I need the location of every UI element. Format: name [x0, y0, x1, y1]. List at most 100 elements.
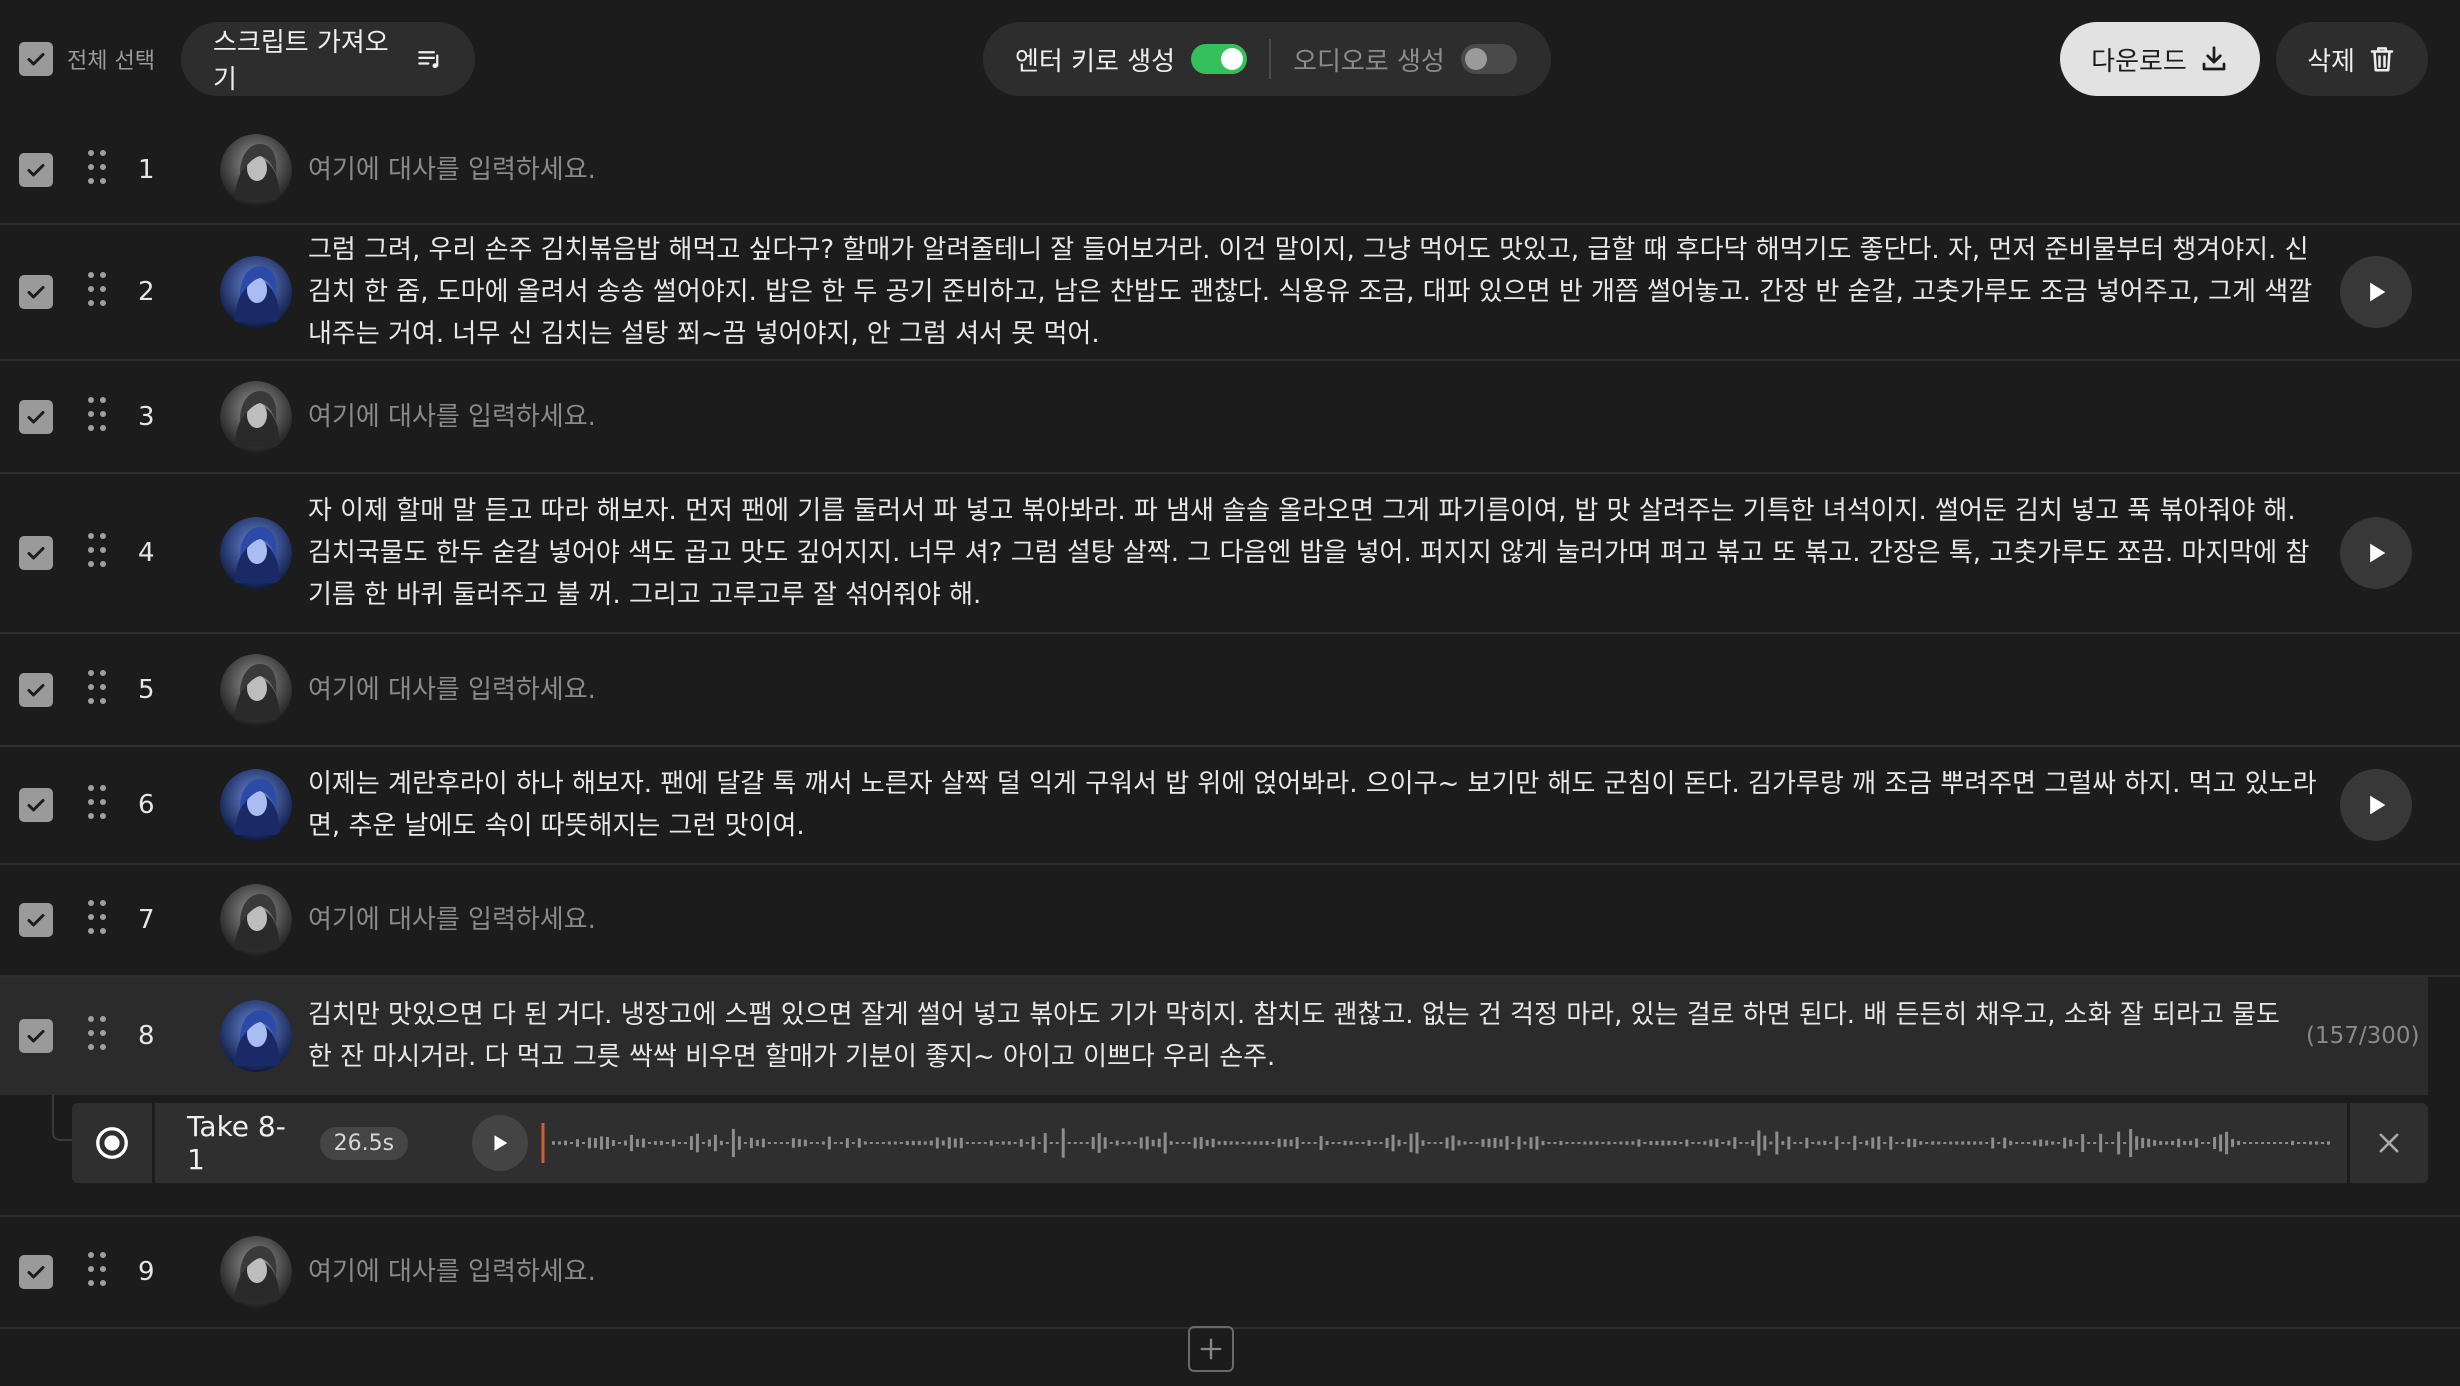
waveform-bar	[593, 1138, 597, 1148]
waveform-bar	[1799, 1142, 1803, 1144]
waveform-bar	[1925, 1142, 1929, 1144]
select-all-checkbox[interactable]	[19, 42, 53, 76]
waveform-bar	[659, 1140, 663, 1146]
script-row[interactable]: 5 여기에 대사를 입력하세요.	[0, 634, 2460, 747]
waveform-bar	[2123, 1142, 2127, 1144]
script-row[interactable]: 2 그럼 그려, 우리 손주 김치볶음밥 해먹고 싶다구? 할매가 알려줄테니 …	[0, 225, 2460, 361]
audio-generate-toggle[interactable]	[1460, 44, 1517, 74]
enter-generate-toggle[interactable]	[1191, 44, 1248, 74]
row-checkbox[interactable]	[19, 1255, 53, 1289]
waveform-bar	[2225, 1131, 2229, 1155]
script-row[interactable]: 6 이제는 계란후라이 하나 해보자. 팬에 달걀 톡 깨서 노른자 살짝 덜 …	[0, 747, 2460, 865]
script-row[interactable]: 9 여기에 대사를 입력하세요.	[0, 1217, 2460, 1329]
select-all[interactable]: 전체 선택	[19, 42, 155, 76]
waveform-bar	[1055, 1142, 1059, 1144]
waveform-bar	[1031, 1136, 1035, 1150]
dialogue-text[interactable]: 이제는 계란후라이 하나 해보자. 팬에 달걀 톡 깨서 노른자 살짝 덜 익게…	[308, 763, 2323, 847]
row-checkbox[interactable]	[19, 399, 53, 434]
add-row-button[interactable]	[1188, 1326, 1234, 1372]
script-row[interactable]: 4 자 이제 할매 말 듣고 따라 해보자. 먼저 팬에 기름 둘러서 파 넣고…	[0, 474, 2460, 634]
waveform-bar	[701, 1142, 705, 1144]
waveform-bar	[581, 1142, 585, 1144]
drag-handle-icon[interactable]	[88, 900, 108, 940]
drag-handle-icon[interactable]	[88, 1016, 108, 1056]
download-button[interactable]: 다운로드	[2060, 22, 2260, 96]
voice-avatar-dark[interactable]	[220, 134, 292, 206]
waveform-bar	[2015, 1142, 2019, 1144]
waveform-bar	[1379, 1142, 1383, 1144]
row-play-button[interactable]	[2340, 769, 2412, 841]
dialogue-input[interactable]: 여기에 대사를 입력하세요.	[308, 899, 2323, 941]
row-number: 7	[138, 905, 155, 935]
waveform-bar	[677, 1142, 681, 1144]
waveform-bar	[2243, 1142, 2247, 1144]
voice-avatar-dark[interactable]	[220, 653, 292, 726]
drag-handle-icon[interactable]	[88, 669, 108, 710]
waveform-bar	[2075, 1142, 2079, 1144]
waveform-bar	[1739, 1142, 1743, 1144]
drag-handle-icon[interactable]	[88, 272, 108, 312]
waveform-bar	[1511, 1142, 1515, 1144]
drag-handle-icon[interactable]	[88, 785, 108, 825]
dialogue-text[interactable]: 자 이제 할매 말 듣고 따라 해보자. 먼저 팬에 기름 둘러서 파 넣고 볶…	[308, 490, 2323, 616]
waveform-bar	[1019, 1139, 1023, 1147]
voice-avatar-dark[interactable]	[220, 380, 292, 453]
voice-avatar-blue[interactable]	[220, 769, 292, 841]
waveform-bar	[2045, 1140, 2049, 1146]
take-play-button[interactable]	[472, 1115, 529, 1171]
waveform-bar	[1331, 1142, 1335, 1144]
waveform-bar	[1835, 1136, 1839, 1150]
row-play-button[interactable]	[2340, 256, 2412, 328]
waveform-bar	[905, 1140, 909, 1146]
row-number: 6	[138, 790, 155, 820]
take-close-button[interactable]	[2350, 1129, 2428, 1157]
row-checkbox[interactable]	[19, 788, 53, 822]
drag-handle-icon[interactable]	[88, 150, 108, 190]
dialogue-text[interactable]: 그럼 그려, 우리 손주 김치볶음밥 해먹고 싶다구? 할매가 알려줄테니 잘 …	[308, 229, 2323, 355]
take-select-radio[interactable]	[72, 1124, 152, 1162]
dialogue-input[interactable]: 여기에 대사를 입력하세요.	[308, 669, 2323, 711]
voice-avatar-blue[interactable]	[220, 256, 292, 328]
row-checkbox[interactable]	[19, 153, 53, 187]
row-checkbox[interactable]	[19, 903, 53, 937]
check-icon	[27, 914, 45, 927]
waveform-bar	[605, 1136, 609, 1150]
row-number: 1	[138, 155, 155, 185]
row-checkbox[interactable]	[19, 536, 53, 570]
row-checkbox[interactable]	[19, 275, 53, 309]
dialogue-input[interactable]: 여기에 대사를 입력하세요.	[308, 1251, 2323, 1293]
waveform-bar	[2087, 1142, 2091, 1144]
script-row[interactable]: 1 여기에 대사를 입력하세요.	[0, 117, 2460, 225]
row-checkbox[interactable]	[19, 672, 53, 707]
row-play-button[interactable]	[2340, 517, 2412, 589]
script-row[interactable]: 3 여기에 대사를 입력하세요.	[0, 361, 2460, 474]
dialogue-input[interactable]: 여기에 대사를 입력하세요.	[308, 396, 2323, 438]
drag-handle-icon[interactable]	[88, 1252, 108, 1292]
dialogue-text[interactable]: 김치만 맛있으면 다 된 거다. 냉장고에 스팸 있으면 잘게 썰어 넣고 볶아…	[308, 994, 2298, 1078]
voice-avatar-blue[interactable]	[220, 517, 292, 589]
script-row-selected[interactable]: 8 김치만 맛있으면 다 된 거다. 냉장고에 스팸 있으면 잘게 썰어 넣고 …	[0, 977, 2428, 1095]
waveform-bar	[791, 1138, 795, 1148]
voice-avatar-dark[interactable]	[220, 884, 292, 956]
waveform-bar	[1457, 1140, 1461, 1146]
row-checkbox[interactable]	[19, 1019, 53, 1053]
voice-avatar-blue[interactable]	[220, 1000, 292, 1072]
waveform-bar	[1967, 1141, 1971, 1145]
waveform[interactable]	[540, 1113, 2335, 1173]
waveform-bar	[1271, 1142, 1275, 1144]
check-icon	[27, 53, 45, 66]
waveform-bar	[2111, 1142, 2115, 1144]
waveform-bar	[2069, 1139, 2073, 1147]
waveform-bar	[899, 1142, 903, 1144]
script-row[interactable]: 7 여기에 대사를 입력하세요.	[0, 865, 2460, 977]
waveform-bar	[2303, 1142, 2307, 1144]
waveform-bar	[653, 1141, 657, 1145]
dialogue-input[interactable]: 여기에 대사를 입력하세요.	[308, 149, 2323, 191]
waveform-bar	[971, 1142, 975, 1144]
delete-button[interactable]: 삭제	[2276, 22, 2428, 96]
drag-handle-icon[interactable]	[88, 396, 108, 437]
voice-avatar-dark[interactable]	[220, 1236, 292, 1308]
import-script-button[interactable]: 스크립트 가져오기	[181, 22, 475, 96]
waveform-bar	[1667, 1140, 1671, 1146]
drag-handle-icon[interactable]	[88, 533, 108, 573]
